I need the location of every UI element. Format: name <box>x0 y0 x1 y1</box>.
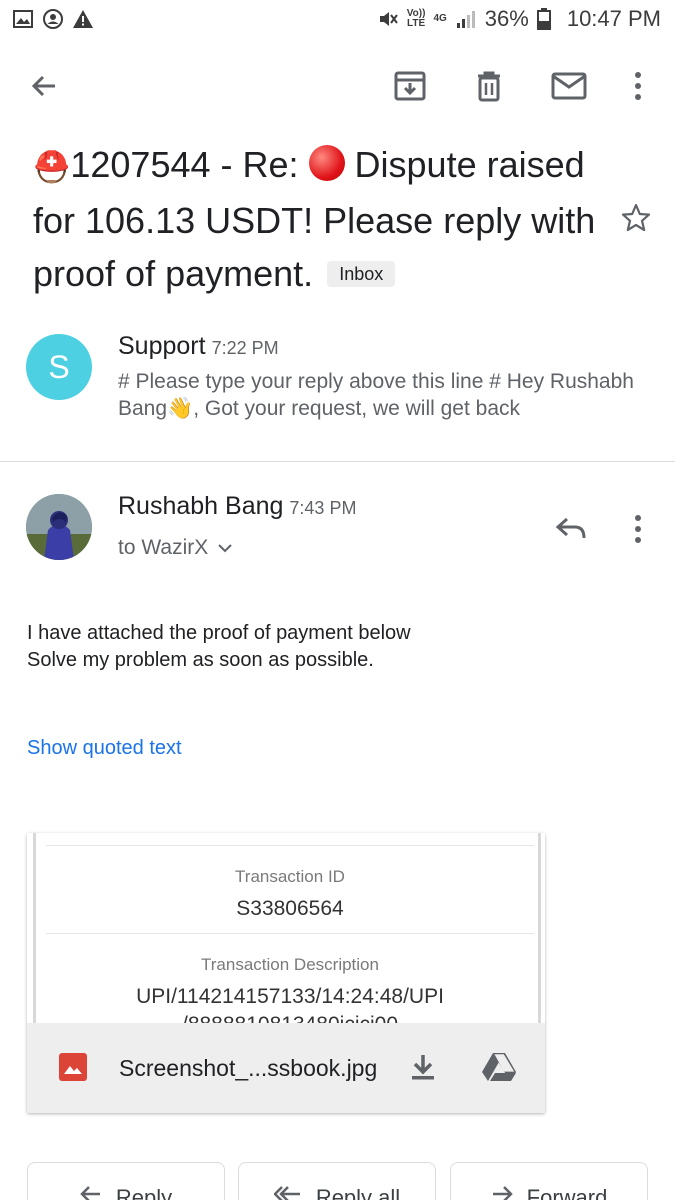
battery-percent: 36% <box>484 6 529 31</box>
reply-icon <box>80 1186 100 1200</box>
inbox-label-badge[interactable]: Inbox <box>327 261 396 287</box>
arrow-back-icon <box>31 75 55 97</box>
message-time: 7:43 PM <box>289 498 357 518</box>
message-snippet[interactable]: # Please type your reply above this line… <box>118 368 658 422</box>
archive-button[interactable] <box>390 66 430 106</box>
forward-label: Forward <box>526 1185 608 1200</box>
mark-unread-button[interactable] <box>549 66 589 106</box>
subject-text-part1: 1207544 - Re: <box>70 144 309 185</box>
preview-value: UPI/114214157133/14:24:48/UPI <box>136 985 444 1008</box>
download-button[interactable] <box>405 1049 441 1085</box>
rescue-helmet-emoji: ⛑️ <box>33 151 71 184</box>
status-bar: Vo)) LTE 4G 36% 10:47 PM <box>0 0 675 40</box>
preview-label: Transaction Description <box>201 955 379 974</box>
more-vert-icon <box>635 515 641 543</box>
delete-button[interactable] <box>469 66 509 106</box>
battery-icon <box>536 8 559 30</box>
toolbar <box>0 58 675 114</box>
attachment-filename[interactable]: Screenshot_...ssbook.jpg <box>119 1055 377 1082</box>
message-more-options-button[interactable] <box>618 508 658 550</box>
back-button[interactable] <box>24 66 64 106</box>
sender-name: Rushabh Bang <box>118 492 284 520</box>
chevron-down-icon <box>218 544 232 553</box>
attachment-card[interactable]: Transaction ID S33806564 Transaction Des… <box>27 833 545 1113</box>
warning-notification-icon <box>72 8 94 30</box>
body-line: Solve my problem as soon as possible. <box>27 649 374 671</box>
message-divider <box>0 461 675 462</box>
preview-value: S33806564 <box>236 897 344 920</box>
forward-button[interactable]: Forward <box>450 1162 648 1200</box>
red-circle-emoji <box>308 145 345 181</box>
reply-button[interactable]: Reply <box>27 1162 225 1200</box>
reply-all-label: Reply all <box>315 1185 401 1200</box>
mute-icon <box>377 8 399 30</box>
forward-icon <box>492 1186 513 1200</box>
open-message-header[interactable]: Rushabh Bang 7:43 PM <box>118 492 356 521</box>
account-notification-icon <box>42 8 64 30</box>
recipient-text: to WazirX <box>118 536 209 559</box>
body-line: I have attached the proof of payment bel… <box>27 622 411 644</box>
more-vert-icon <box>635 72 641 100</box>
download-icon <box>412 1055 434 1080</box>
attachment-preview[interactable]: Transaction ID S33806564 Transaction Des… <box>27 833 545 1023</box>
save-to-drive-button[interactable] <box>479 1049 519 1085</box>
network-type-indicator: 4G <box>433 13 447 24</box>
reply-label: Reply <box>115 1185 173 1200</box>
support-avatar[interactable]: S <box>26 334 92 400</box>
attachment-bar: Screenshot_...ssbook.jpg <box>27 1023 545 1113</box>
image-file-icon <box>59 1053 87 1081</box>
signal-icon <box>455 8 477 30</box>
message-body: I have attached the proof of payment bel… <box>27 620 411 674</box>
reply-icon <box>555 517 586 539</box>
collapsed-message-header[interactable]: Support 7:22 PM <box>118 332 279 361</box>
google-drive-icon <box>482 1053 516 1081</box>
more-options-button[interactable] <box>618 66 658 106</box>
preview-label: Transaction ID <box>235 867 345 886</box>
preview-divider <box>46 845 534 846</box>
volte-indicator: Vo)) LTE <box>406 8 426 29</box>
preview-value: /8888810813480icici00 <box>36 1013 544 1023</box>
mail-icon <box>551 72 587 100</box>
archive-icon <box>394 71 426 101</box>
reply-icon-button[interactable] <box>550 508 592 550</box>
reply-all-button[interactable]: Reply all <box>238 1162 436 1200</box>
gallery-notification-icon <box>12 8 34 30</box>
trash-icon <box>478 71 500 102</box>
clock: 10:47 PM <box>566 6 661 31</box>
message-time: 7:22 PM <box>211 338 279 358</box>
sender-name: Support <box>118 332 206 360</box>
preview-divider <box>46 933 534 934</box>
email-subject: ⛑️1207544 - Re: Dispute raised for 106.1… <box>33 138 613 300</box>
star-button[interactable] <box>616 198 656 238</box>
star-outline-icon <box>621 203 651 232</box>
reply-all-icon <box>273 1186 300 1200</box>
sender-avatar[interactable] <box>26 494 92 560</box>
show-quoted-text-link[interactable]: Show quoted text <box>27 737 182 760</box>
recipient-details-toggle[interactable]: to WazirX <box>118 536 232 560</box>
